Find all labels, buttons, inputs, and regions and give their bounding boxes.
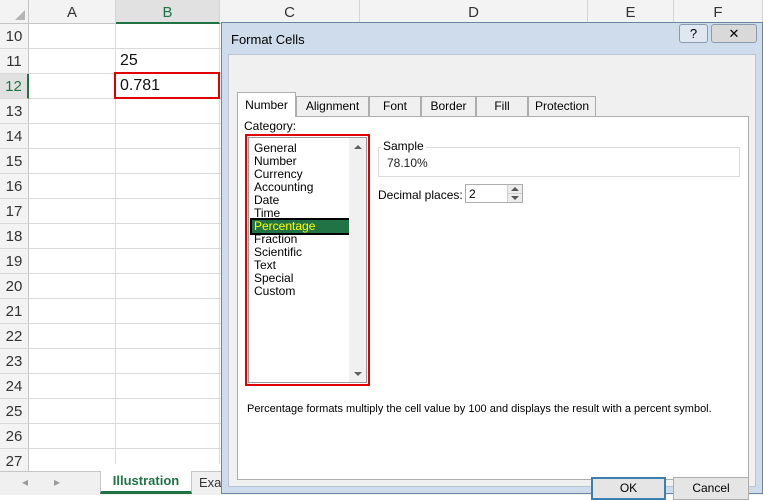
column-header-f[interactable]: F (674, 0, 763, 24)
category-listbox[interactable]: General Number Currency Accounting Date Time P… (248, 137, 367, 383)
sample-label: Sample (381, 139, 426, 153)
row-header[interactable]: 13 (0, 99, 29, 124)
cell-b12: 0.781 (120, 77, 161, 94)
close-button[interactable]: ✕ (711, 24, 757, 43)
decimal-places-stepper[interactable]: 2 (465, 184, 523, 203)
ok-button[interactable]: OK (591, 477, 666, 500)
tab-alignment[interactable]: Alignment (296, 96, 369, 116)
dialog-title: Format Cells (231, 32, 305, 47)
row-header[interactable]: 14 (0, 124, 29, 149)
decrement-button[interactable] (507, 194, 522, 202)
row-header[interactable]: 22 (0, 324, 29, 349)
row-header[interactable]: 15 (0, 149, 29, 174)
cell-b11[interactable]: 25 (120, 52, 138, 70)
row-header[interactable]: 10 (0, 24, 29, 49)
row-header[interactable]: 12 (0, 74, 29, 99)
cancel-button[interactable]: Cancel (673, 477, 749, 500)
increment-button[interactable] (507, 185, 522, 194)
row-header[interactable]: 24 (0, 374, 29, 399)
tab-protection[interactable]: Protection (528, 96, 596, 116)
row-header[interactable]: 19 (0, 249, 29, 274)
number-tab-panel: Category: General Number Currency Accountin… (237, 116, 749, 480)
row-header[interactable]: 23 (0, 349, 29, 374)
sample-value: 78.10% (387, 156, 428, 170)
decimal-places-label: Decimal places: (378, 188, 463, 202)
row-header[interactable]: 17 (0, 199, 29, 224)
sheet-next-icon[interactable]: ▸ (54, 475, 60, 489)
row-header[interactable]: 11 (0, 49, 29, 74)
row-header[interactable]: 26 (0, 424, 29, 449)
close-icon: ✕ (728, 26, 740, 41)
category-label: Category: (244, 119, 297, 133)
row-header[interactable]: 20 (0, 274, 29, 299)
help-button[interactable]: ? (679, 24, 708, 43)
tab-number[interactable]: Number (237, 92, 296, 117)
spin-down-icon (511, 196, 519, 200)
tab-font[interactable]: Font (369, 96, 421, 116)
decimal-places-value: 2 (469, 187, 476, 201)
sample-group: 78.10% (378, 147, 740, 177)
cell-b12-highlight[interactable]: 0.781 (114, 72, 220, 99)
column-header-d[interactable]: D (360, 0, 588, 24)
row-header[interactable]: 25 (0, 399, 29, 424)
column-header-e[interactable]: E (588, 0, 674, 24)
tab-fill[interactable]: Fill (476, 96, 528, 116)
column-header-a[interactable]: A (29, 0, 116, 24)
row-header[interactable]: 18 (0, 224, 29, 249)
row-header[interactable]: 21 (0, 299, 29, 324)
column-header-b[interactable]: B (116, 0, 220, 24)
spin-up-icon (511, 187, 519, 191)
select-all-corner[interactable] (0, 0, 29, 24)
column-header-c[interactable]: C (220, 0, 360, 24)
sheet-tab-example[interactable]: Exa (199, 475, 221, 490)
category-item[interactable]: Custom (254, 285, 295, 298)
scroll-down-icon[interactable] (354, 372, 362, 376)
format-cells-dialog: Format Cells ? ✕ Number Alignment Font B… (221, 22, 763, 500)
sheet-prev-icon[interactable]: ◂ (22, 475, 28, 489)
tab-border[interactable]: Border (421, 96, 476, 116)
sheet-tab-illustration[interactable]: Illustration (100, 471, 192, 494)
category-list-highlight: General Number Currency Accounting Date Time P… (245, 134, 370, 386)
scroll-up-icon[interactable] (354, 145, 362, 149)
row-header[interactable]: 16 (0, 174, 29, 199)
category-scrollbar[interactable] (349, 138, 366, 382)
format-description: Percentage formats multiply the cell val… (247, 403, 712, 415)
dialog-body: Number Alignment Font Border Fill Protec… (228, 54, 756, 500)
help-icon: ? (689, 26, 698, 41)
